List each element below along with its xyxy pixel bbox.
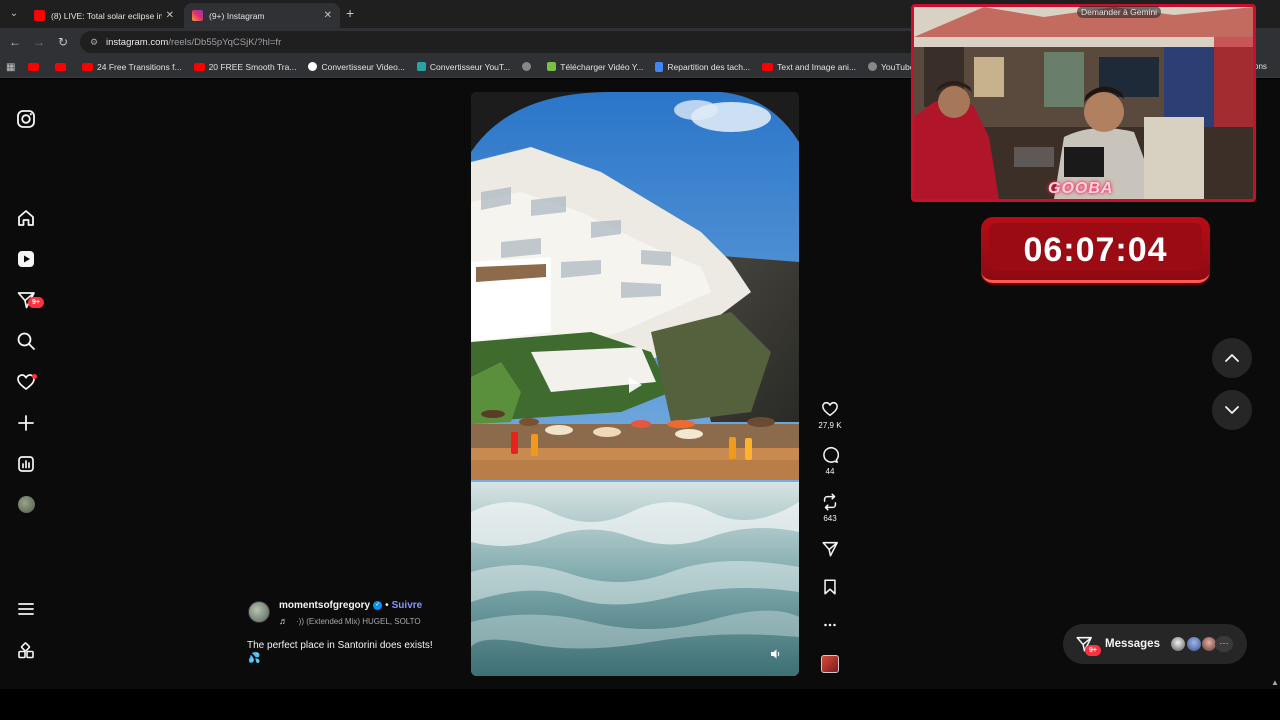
repost-count: 643 bbox=[823, 514, 837, 523]
music-note-icon: ♬ bbox=[279, 616, 288, 626]
comment-icon bbox=[823, 446, 839, 463]
close-icon[interactable]: ✕ bbox=[166, 10, 174, 21]
address-bar[interactable]: ⚙ instagram.com/reels/Db55pYqCSjK/?hl=fr bbox=[80, 31, 920, 53]
audio-thumbnail[interactable] bbox=[821, 655, 839, 673]
repost-icon bbox=[823, 493, 837, 511]
author-avatar[interactable] bbox=[248, 601, 270, 623]
like-button[interactable]: 27,9 K bbox=[814, 400, 846, 430]
url-path: /reels/Db55pYqCSjK/?hl=fr bbox=[168, 36, 282, 48]
message-avatar bbox=[1170, 636, 1186, 652]
tab-youtube-live[interactable]: (8) LIVE: Total solar eclipse in Sp ✕ bbox=[26, 3, 182, 28]
apps-grid-icon[interactable]: ▦ bbox=[6, 62, 16, 73]
home-icon[interactable] bbox=[16, 208, 36, 228]
tab-instagram[interactable]: (9+) Instagram ✕ bbox=[184, 3, 340, 28]
scrollbar-down-arrow[interactable]: ▲ bbox=[1271, 678, 1279, 687]
message-avatar bbox=[1186, 636, 1202, 652]
comment-count: 44 bbox=[825, 467, 835, 476]
webcam-overlay bbox=[911, 4, 1256, 202]
chevron-up-icon bbox=[1225, 354, 1239, 362]
stream-brand-logo: GOOBA bbox=[1048, 180, 1114, 197]
separator: • bbox=[385, 600, 389, 611]
dashboard-icon[interactable] bbox=[16, 454, 36, 474]
bookmark-item[interactable]: Convertisseur YouT... bbox=[416, 62, 510, 72]
reload-button[interactable]: ↻ bbox=[55, 34, 71, 50]
tab-title: (9+) Instagram bbox=[209, 10, 265, 21]
reel-caption: The perfect place in Santorini does exis… bbox=[247, 640, 433, 651]
like-count: 27,9 K bbox=[818, 421, 842, 430]
caption-emoji: 💦 bbox=[248, 653, 261, 664]
author-row: momentsofgregory ✓ • Suivre bbox=[279, 600, 422, 611]
youtube-icon bbox=[28, 62, 39, 71]
music-title: ·)) (Extended Mix) HUGEL, SOLTO bbox=[296, 616, 421, 626]
create-plus-icon[interactable] bbox=[16, 413, 36, 433]
bookmark-item[interactable] bbox=[522, 62, 535, 71]
youtube-icon bbox=[55, 62, 66, 71]
docs-icon bbox=[655, 61, 664, 72]
notification-dot bbox=[32, 374, 37, 379]
share-icon bbox=[822, 541, 838, 557]
bookmark-item[interactable] bbox=[55, 62, 70, 71]
google-icon bbox=[308, 62, 318, 71]
instagram-icon bbox=[192, 10, 203, 21]
youtube-icon bbox=[762, 62, 774, 71]
page-bottom-strip bbox=[0, 689, 1280, 720]
notification-badge: 9+ bbox=[28, 297, 44, 308]
save-button[interactable] bbox=[814, 578, 846, 596]
globe-icon bbox=[868, 62, 878, 71]
comment-button[interactable]: 44 bbox=[814, 446, 846, 476]
forward-button[interactable]: → bbox=[31, 34, 47, 50]
youtube-icon bbox=[193, 62, 205, 71]
new-tab-button[interactable]: + bbox=[346, 5, 354, 21]
threads-apps-icon[interactable] bbox=[16, 641, 36, 661]
bookmark-item[interactable]: 20 FREE Smooth Tra... bbox=[193, 62, 296, 72]
volume-icon[interactable] bbox=[770, 647, 782, 659]
bookmark-item[interactable]: 24 Free Transitions f... bbox=[82, 62, 182, 72]
reels-icon[interactable] bbox=[16, 249, 36, 269]
next-reel-button[interactable] bbox=[1212, 390, 1252, 430]
ask-gemini-button[interactable]: Demander à Gemini bbox=[1077, 6, 1162, 18]
chevron-down-icon bbox=[1225, 406, 1239, 414]
more-avatars-icon: ··· bbox=[1215, 636, 1233, 652]
bookmark-item[interactable]: Convertisseur Video... bbox=[308, 62, 405, 72]
tab-title: (8) LIVE: Total solar eclipse in Sp bbox=[51, 10, 162, 21]
url-host: instagram.com bbox=[106, 36, 169, 48]
more-menu-icon[interactable] bbox=[16, 599, 36, 619]
converter-icon bbox=[416, 62, 426, 71]
timer-value: 06:07:04 bbox=[1023, 231, 1168, 269]
messages-badge: 9+ bbox=[1085, 645, 1101, 656]
youtube-icon bbox=[82, 62, 93, 71]
youtube-icon bbox=[34, 10, 45, 21]
bookmark-item[interactable]: Repartition des tach... bbox=[655, 61, 750, 72]
back-button[interactable]: ← bbox=[7, 34, 23, 50]
music-row[interactable]: ♬ ·)) (Extended Mix) HUGEL, SOLTO bbox=[279, 616, 421, 626]
messages-label: Messages bbox=[1105, 638, 1160, 650]
play-icon[interactable] bbox=[627, 376, 643, 394]
follow-button[interactable]: Suivre bbox=[392, 600, 423, 611]
globe-icon bbox=[522, 62, 532, 71]
instagram-logo-icon[interactable] bbox=[16, 109, 36, 129]
verified-badge-icon: ✓ bbox=[373, 601, 383, 610]
heart-icon bbox=[822, 401, 838, 417]
tab-search-icon[interactable]: ⌄ bbox=[6, 6, 22, 22]
profile-avatar[interactable] bbox=[18, 496, 35, 513]
bookmark-item[interactable]: Télécharger Vidéo Y... bbox=[547, 62, 643, 72]
search-icon[interactable] bbox=[16, 331, 36, 351]
more-horizontal-icon bbox=[824, 623, 836, 627]
bookmark-item[interactable] bbox=[28, 62, 43, 71]
previous-reel-button[interactable] bbox=[1212, 338, 1252, 378]
stream-timer: 06:07:04 bbox=[981, 217, 1210, 283]
close-icon[interactable]: ✕ bbox=[324, 10, 332, 21]
bookmark-item[interactable]: Text and Image ani... bbox=[762, 62, 856, 72]
bookmark-icon bbox=[824, 579, 836, 595]
share-button[interactable] bbox=[814, 540, 846, 558]
more-options-button[interactable] bbox=[814, 616, 846, 634]
author-username[interactable]: momentsofgregory bbox=[279, 600, 370, 611]
repost-button[interactable]: 643 bbox=[814, 493, 846, 523]
download-icon bbox=[547, 62, 557, 71]
site-info-icon[interactable]: ⚙ bbox=[90, 37, 100, 47]
